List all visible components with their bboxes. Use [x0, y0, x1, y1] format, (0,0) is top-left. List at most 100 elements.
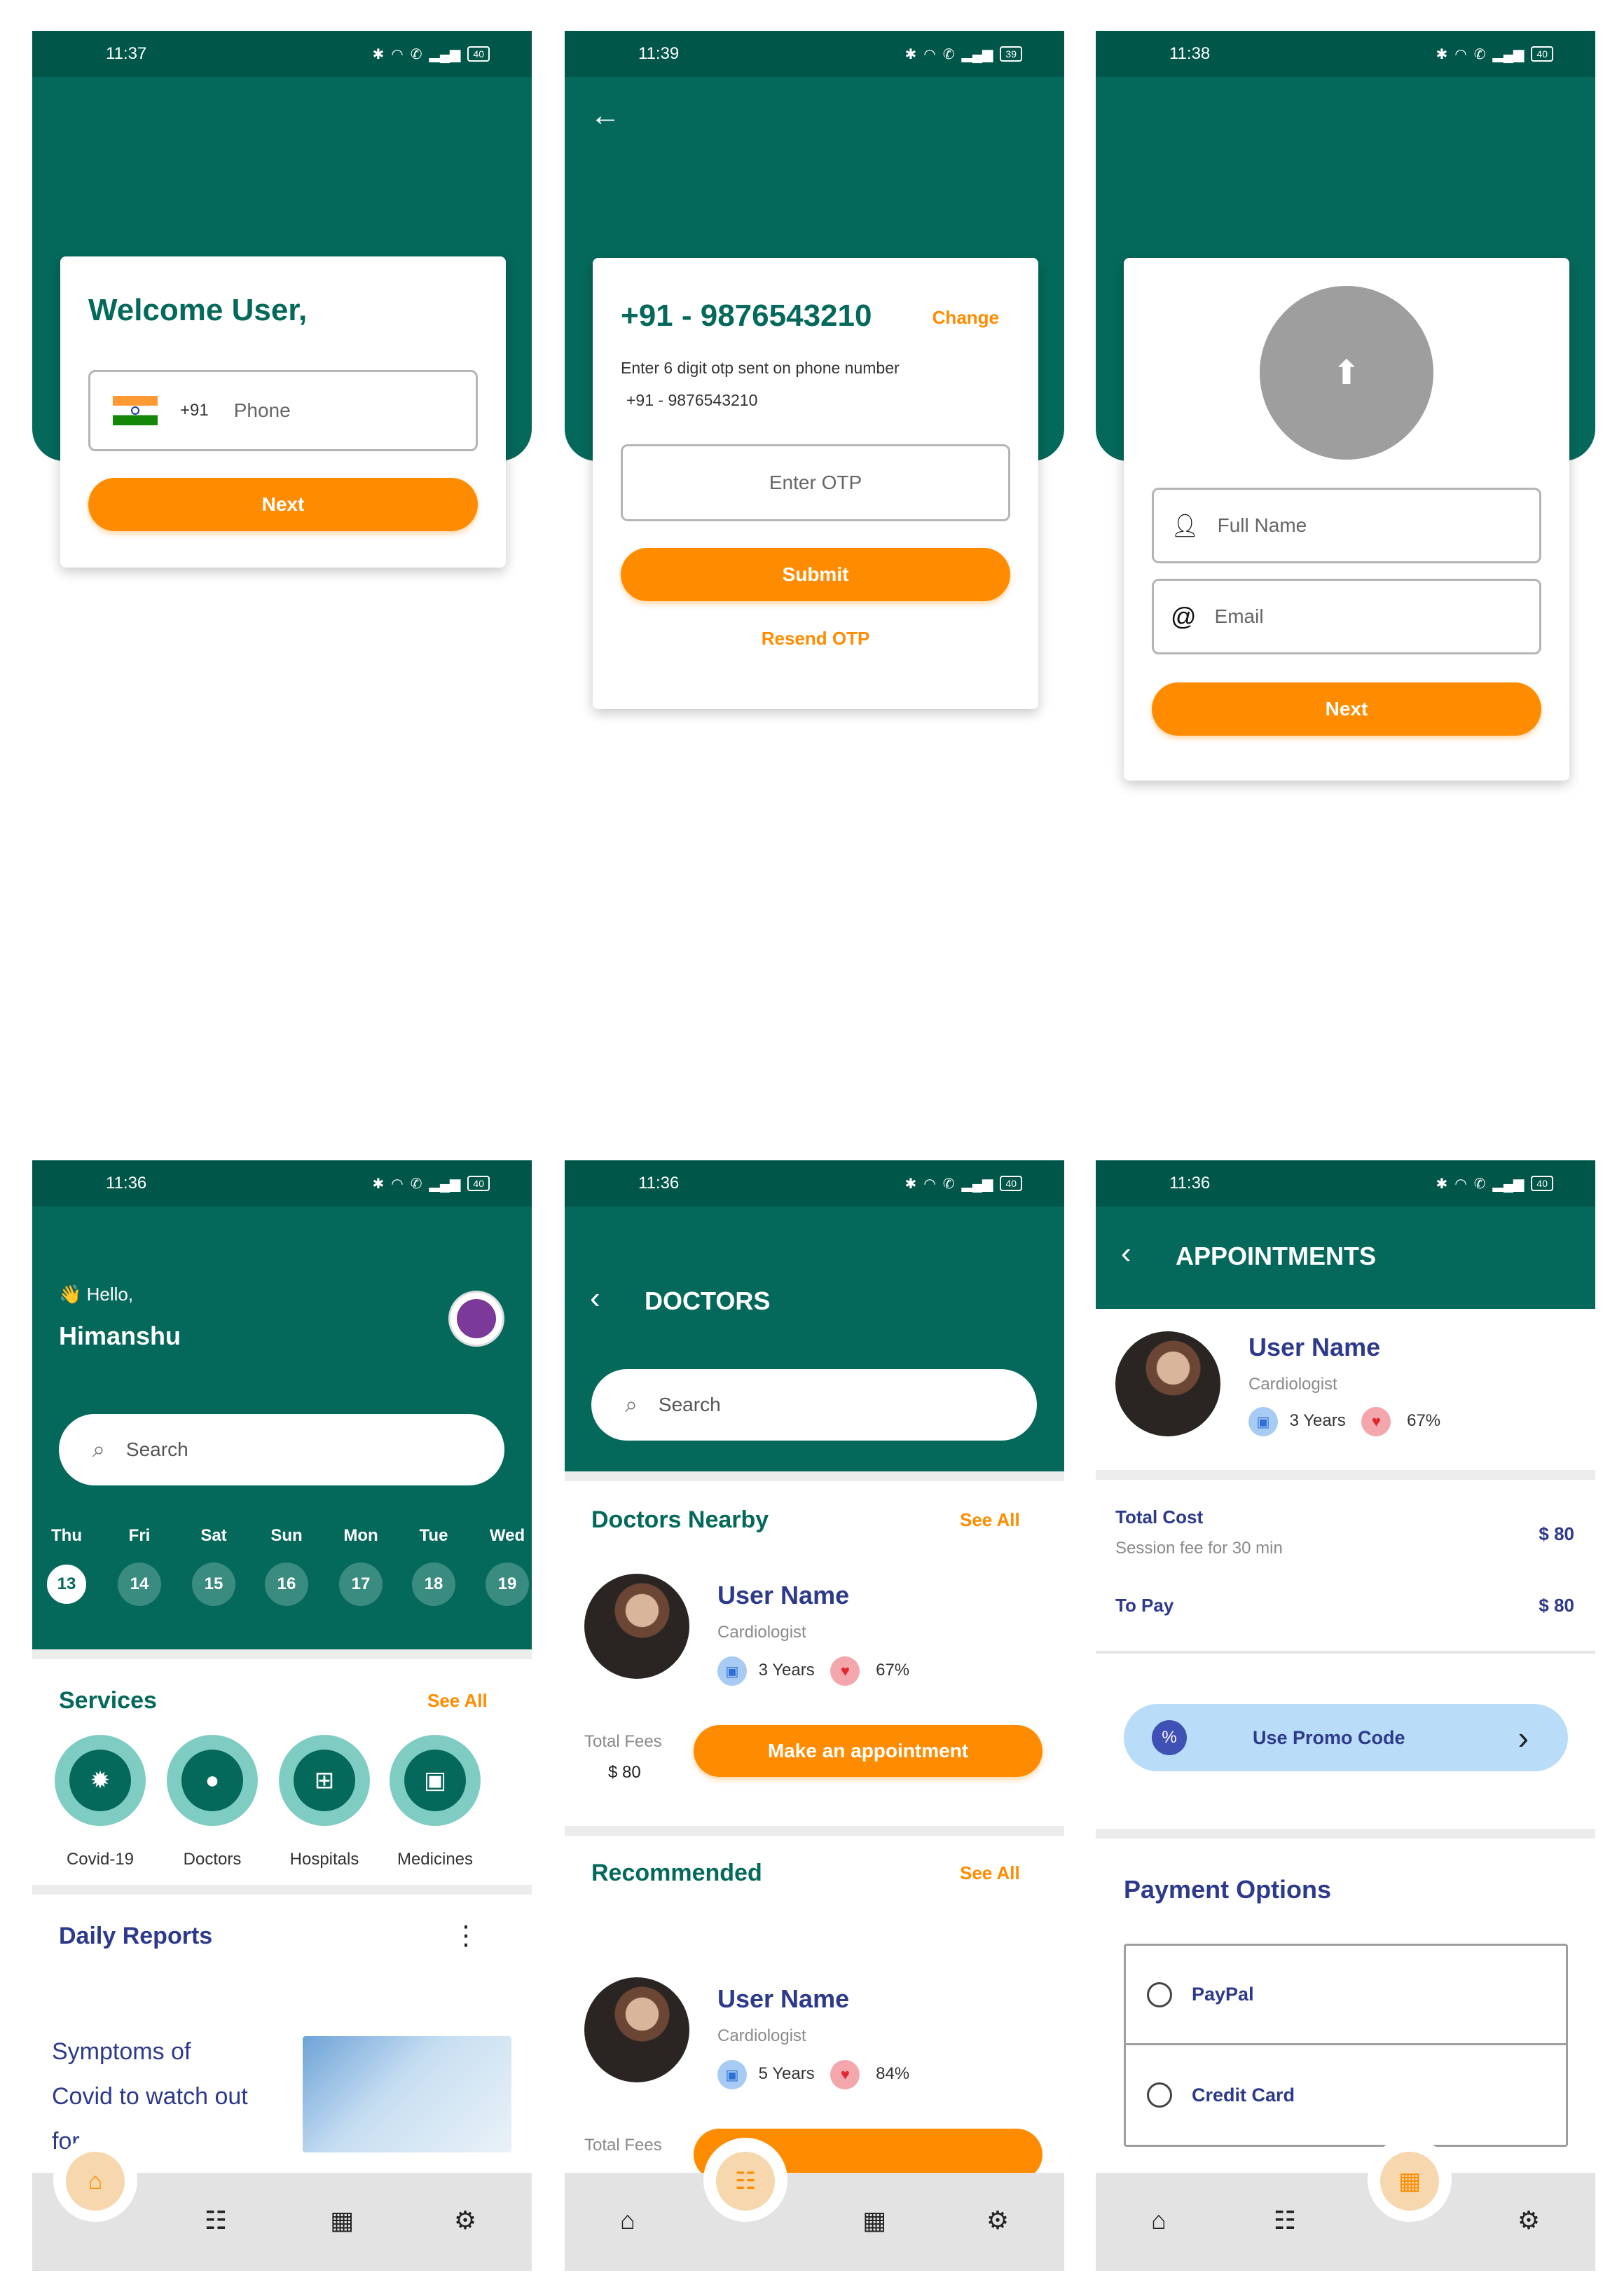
home-icon[interactable]: ⌂	[66, 2152, 125, 2211]
submit-button[interactable]: Submit	[621, 548, 1010, 601]
day-mon[interactable]: Mon 17	[336, 1526, 385, 1606]
status-bar: 11:39 ✱ ◠ ✆ ▂▄▆ 39	[565, 31, 1064, 77]
list-icon[interactable]: ☷	[716, 2152, 775, 2211]
battery-icon: 40	[1531, 46, 1553, 62]
vaccine-image	[303, 2036, 511, 2152]
next-button[interactable]: Next	[1152, 682, 1541, 736]
signal-icon: ▂▄▆	[961, 46, 993, 62]
upload-icon: ⬆	[1332, 355, 1361, 392]
home-icon[interactable]: ⌂	[1143, 2205, 1174, 2236]
search-input[interactable]: Search	[659, 1394, 721, 1416]
day-sun[interactable]: Sun 16	[262, 1526, 311, 1606]
radio-unchecked-icon[interactable]	[1147, 2082, 1172, 2108]
status-icons: ✱ ◠ ✆ ▂▄▆ 40	[1436, 46, 1553, 63]
profile-card: ⬆ 👤︎ Full Name @ Email Next	[1124, 258, 1569, 781]
list-icon[interactable]: ☷	[200, 2205, 231, 2236]
status-icons: ✱ ◠ ✆ ▂▄▆ 40	[373, 46, 490, 63]
otp-description: Enter 6 digit otp sent on phone number	[621, 359, 900, 377]
payment-options-list: PayPal Credit Card	[1124, 1944, 1568, 2147]
payment-option-paypal[interactable]: PayPal	[1126, 1946, 1566, 2045]
day-number: 15	[192, 1563, 235, 1606]
make-appointment-button[interactable]: Make an appointment	[694, 1725, 1042, 1777]
status-bar: 11:36 ✱ ◠ ✆ ▂▄▆ 40	[32, 1160, 532, 1207]
search-input[interactable]: Search	[126, 1438, 188, 1461]
day-thu[interactable]: Thu 13	[42, 1526, 91, 1606]
doctor-stats: ▣ 5 Years ♥ 84%	[717, 2060, 909, 2089]
radio-unchecked-icon[interactable]	[1147, 1982, 1172, 2007]
day-number: 19	[486, 1563, 529, 1606]
chevron-right-icon: ›	[1518, 1719, 1529, 1756]
promo-code-label: Use Promo Code	[1253, 1726, 1405, 1748]
discount-icon: %	[1152, 1720, 1187, 1755]
day-label: Fri	[128, 1526, 151, 1545]
doctor-card[interactable]: User Name Cardiologist ▣ 3 Years ♥ 67% T…	[565, 1574, 1064, 1798]
promo-code-button[interactable]: % Use Promo Code ›	[1124, 1704, 1568, 1771]
doctor-avatar	[1115, 1331, 1220, 1436]
phone-input[interactable]: Phone	[234, 399, 291, 422]
avatar[interactable]	[448, 1291, 504, 1347]
bluetooth-icon: ✱	[372, 1176, 385, 1192]
service-label: Doctors	[183, 1850, 242, 1869]
date-strip: Thu 13 Fri 14 Sat 15 Sun 16 Mon 17 Tue 18 Wed 1…	[32, 1526, 532, 1624]
experience-years: 5 Years	[758, 2064, 815, 2084]
settings-icon[interactable]: ⚙	[982, 2205, 1013, 2236]
day-tue[interactable]: Tue 18	[409, 1526, 458, 1606]
home-screen: 11:36 ✱ ◠ ✆ ▂▄▆ 40 👋 Hello, Himanshu ⌕ S…	[32, 1160, 532, 2271]
phone-field[interactable]: +91 Phone	[88, 370, 478, 451]
calendar-icon[interactable]: ▦	[1380, 2152, 1439, 2211]
session-note: Session fee for 30 min	[1115, 1539, 1283, 1558]
more-vert-icon[interactable]: ⋮	[453, 1920, 479, 1951]
doctor-icon: ●	[181, 1750, 243, 1811]
resend-otp-link[interactable]: Resend OTP	[593, 628, 1038, 650]
search-bar[interactable]: ⌕ Search	[59, 1414, 504, 1485]
section-divider	[32, 1885, 532, 1895]
settings-icon[interactable]: ⚙	[450, 2205, 481, 2236]
service-covid[interactable]: ✹ Covid-19	[48, 1735, 153, 1869]
email-field[interactable]: @ Email	[1152, 579, 1541, 654]
status-icons: ✱ ◠ ✆ ▂▄▆ 39	[905, 46, 1022, 63]
otp-input[interactable]: Enter OTP	[621, 444, 1010, 521]
status-icons: ✱ ◠ ✆ ▂▄▆ 40	[373, 1175, 490, 1193]
service-doctors[interactable]: ● Doctors	[160, 1735, 265, 1869]
email-input[interactable]: Email	[1215, 605, 1264, 628]
calendar-icon[interactable]: ▦	[326, 2205, 357, 2236]
day-label: Mon	[343, 1526, 378, 1545]
recommended-see-all-link[interactable]: See All	[960, 1862, 1020, 1884]
full-name-field[interactable]: 👤︎ Full Name	[1152, 488, 1541, 563]
bluetooth-icon: ✱	[1436, 46, 1448, 62]
change-link[interactable]: Change	[933, 307, 999, 329]
otp-card: +91 - 9876543210 Change Enter 6 digit ot…	[593, 258, 1038, 709]
full-name-input[interactable]: Full Name	[1218, 514, 1307, 537]
day-wed[interactable]: Wed 19	[483, 1526, 532, 1606]
payment-option-credit-card[interactable]: Credit Card	[1126, 2045, 1566, 2145]
avatar-upload[interactable]: ⬆	[1260, 286, 1433, 460]
day-fri[interactable]: Fri 14	[115, 1526, 164, 1606]
search-bar[interactable]: ⌕ Search	[591, 1369, 1037, 1441]
back-chevron-icon[interactable]: ‹	[1121, 1236, 1131, 1271]
search-icon: ⌕	[92, 1436, 105, 1462]
settings-icon[interactable]: ⚙	[1513, 2205, 1544, 2236]
back-arrow-icon[interactable]: ←	[590, 98, 621, 133]
status-time: 11:37	[106, 44, 147, 63]
list-icon[interactable]: ☷	[1269, 2205, 1300, 2236]
country-code[interactable]: +91	[180, 401, 209, 420]
wifi-icon: ◠	[1454, 46, 1467, 62]
total-fees-label: Total Fees	[584, 1732, 662, 1751]
bluetooth-icon: ✱	[904, 1176, 917, 1192]
doctor-card[interactable]: User Name Cardiologist ▣ 5 Years ♥ 84% T…	[565, 1977, 1064, 2180]
services-see-all-link[interactable]: See All	[427, 1690, 488, 1712]
home-icon[interactable]: ⌂	[612, 2205, 643, 2236]
call-icon: ✆	[410, 46, 422, 62]
wifi-icon: ◠	[923, 46, 936, 62]
day-sat[interactable]: Sat 15	[189, 1526, 238, 1606]
back-chevron-icon[interactable]: ‹	[590, 1281, 600, 1316]
doctors-screen: 11:36 ✱ ◠ ✆ ▂▄▆ 40 ‹ DOCTORS ⌕ Search Do…	[565, 1160, 1064, 2271]
nearby-see-all-link[interactable]: See All	[960, 1509, 1020, 1531]
service-hospitals[interactable]: ⊞ Hospitals	[272, 1735, 377, 1869]
status-time: 11:36	[638, 1174, 680, 1193]
wifi-icon: ◠	[1454, 1176, 1467, 1192]
service-medicines[interactable]: ▣ Medicines	[383, 1735, 488, 1869]
status-time: 11:38	[1169, 44, 1211, 63]
calendar-icon[interactable]: ▦	[859, 2205, 890, 2236]
next-button[interactable]: Next	[88, 478, 478, 531]
